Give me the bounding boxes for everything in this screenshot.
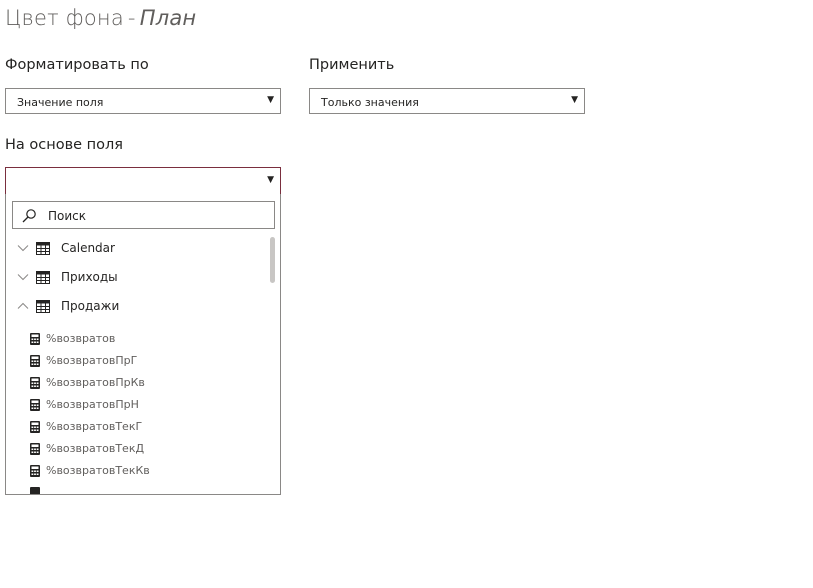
scrollbar-thumb[interactable] bbox=[270, 237, 275, 283]
title-measure: План bbox=[139, 6, 197, 30]
table-name: Приходы bbox=[61, 270, 118, 284]
table-item-prihody[interactable]: Приходы bbox=[6, 267, 266, 289]
apply-to-select[interactable]: Только значения ▼ bbox=[309, 88, 585, 114]
field-item[interactable]: %возвратовПрГ bbox=[6, 351, 266, 371]
field-item[interactable]: %возвратовТекГ bbox=[6, 417, 266, 437]
based-on-select[interactable]: ▼ bbox=[5, 167, 281, 195]
search-box[interactable]: Поиск bbox=[12, 201, 275, 229]
search-icon bbox=[22, 209, 36, 223]
caret-down-icon: ▼ bbox=[267, 175, 274, 185]
field-name: %возвратовТекГ bbox=[46, 420, 143, 433]
caret-down-icon: ▼ bbox=[267, 95, 274, 105]
field-dropdown-list[interactable]: Поиск Calendar Приходы Продажи %возврато… bbox=[5, 194, 281, 495]
calculator-icon bbox=[30, 355, 40, 367]
field-name: %возвратовТекД bbox=[46, 442, 145, 455]
calculator-icon bbox=[30, 399, 40, 411]
field-item[interactable]: %возвратовТекКв bbox=[6, 461, 266, 481]
format-by-select[interactable]: Значение поля ▼ bbox=[5, 88, 281, 114]
calculator-icon bbox=[30, 487, 40, 494]
apply-to-label: Применить bbox=[309, 57, 395, 73]
apply-to-value: Только значения bbox=[321, 96, 419, 109]
chevron-up-icon[interactable] bbox=[17, 300, 29, 312]
search-input[interactable]: Поиск bbox=[48, 209, 86, 223]
field-name: %возвратовПрКв bbox=[46, 376, 145, 389]
calculator-icon bbox=[30, 443, 40, 455]
table-name: Продажи bbox=[61, 299, 120, 313]
format-by-value: Значение поля bbox=[17, 96, 104, 109]
calculator-icon bbox=[30, 333, 40, 345]
format-by-label: Форматировать по bbox=[5, 57, 149, 73]
field-name: %возвратов bbox=[46, 332, 116, 345]
field-name: %возвратовПрН bbox=[46, 398, 139, 411]
field-item[interactable]: %возвратовПрКв bbox=[6, 373, 266, 393]
caret-down-icon: ▼ bbox=[571, 95, 578, 105]
table-icon bbox=[36, 271, 50, 284]
table-item-prodazhi[interactable]: Продажи bbox=[6, 296, 266, 318]
chevron-down-icon[interactable] bbox=[17, 271, 29, 283]
field-item[interactable]: %возвратов bbox=[6, 329, 266, 349]
calculator-icon bbox=[30, 465, 40, 477]
field-name: %возвратовПрГ bbox=[46, 354, 138, 367]
based-on-label: На основе поля bbox=[5, 137, 124, 153]
table-icon bbox=[36, 242, 50, 255]
title-separator: - bbox=[127, 6, 136, 30]
field-item[interactable]: %возвратовПрН bbox=[6, 395, 266, 415]
field-item-partial[interactable] bbox=[6, 483, 266, 494]
chevron-down-icon[interactable] bbox=[17, 242, 29, 254]
table-icon bbox=[36, 300, 50, 313]
table-name: Calendar bbox=[61, 241, 115, 255]
panel-title: Цвет фона - План bbox=[5, 6, 196, 30]
table-item-calendar[interactable]: Calendar bbox=[6, 238, 266, 260]
calculator-icon bbox=[30, 377, 40, 389]
calculator-icon bbox=[30, 421, 40, 433]
field-item[interactable]: %возвратовТекД bbox=[6, 439, 266, 459]
field-name: %возвратовТекКв bbox=[46, 464, 150, 477]
panel-title-text: Цвет фона bbox=[5, 6, 124, 30]
